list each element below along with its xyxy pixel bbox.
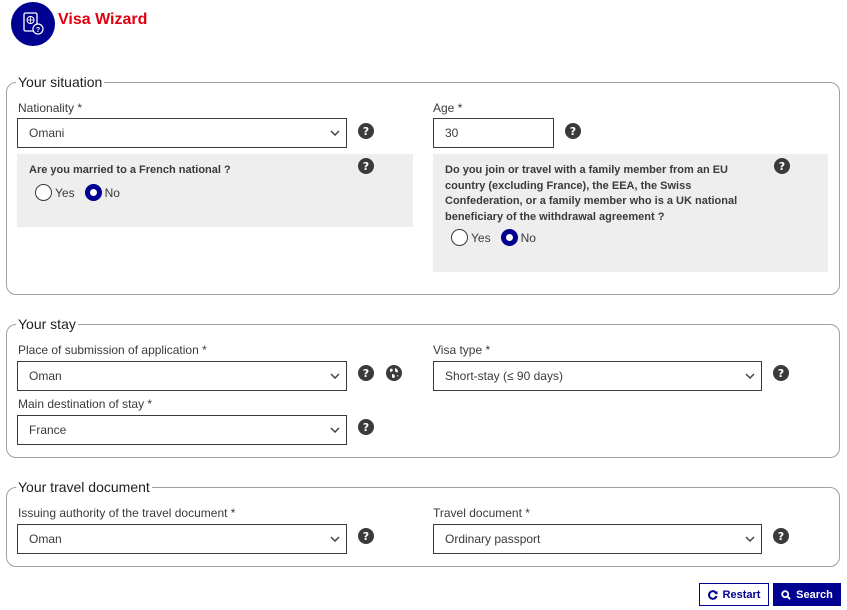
nationality-select[interactable]: Omani	[17, 118, 347, 148]
svg-text:?: ?	[36, 27, 40, 34]
help-icon[interactable]: ?	[773, 528, 789, 544]
refresh-icon	[707, 589, 718, 600]
main-destination-value: France	[29, 423, 67, 437]
radio-unchecked-icon	[35, 184, 52, 201]
place-submission-value: Oman	[29, 369, 62, 383]
restart-button[interactable]: Restart	[699, 583, 769, 606]
radio-unchecked-icon	[451, 229, 468, 246]
svg-text:?: ?	[570, 125, 576, 138]
svg-text:?: ?	[363, 367, 369, 380]
help-icon[interactable]: ?	[774, 158, 790, 174]
travel-document-label: Travel document *	[433, 506, 530, 520]
radio-checked-icon	[84, 184, 102, 201]
issuing-authority-label: Issuing authority of the travel document…	[18, 506, 236, 520]
travel-document-select[interactable]: Ordinary passport	[433, 524, 762, 554]
visa-type-value: Short-stay (≤ 90 days)	[445, 369, 563, 383]
chevron-down-icon	[324, 373, 346, 379]
help-icon[interactable]: ?	[358, 419, 374, 435]
help-icon[interactable]: ?	[565, 123, 581, 139]
married-question-text: Are you married to a French national ?	[29, 164, 231, 176]
restart-label: Restart	[722, 588, 761, 601]
radio-label: No	[520, 230, 536, 245]
family-radio-group: Yes No	[451, 229, 546, 246]
age-input[interactable]: 30	[433, 118, 554, 148]
place-submission-select[interactable]: Oman	[17, 361, 347, 391]
nationality-label: Nationality *	[18, 101, 83, 115]
married-radio-group: Yes No	[35, 184, 130, 201]
situation-legend: Your situation	[18, 74, 103, 90]
nationality-value: Omani	[29, 126, 65, 140]
search-label: Search	[796, 588, 833, 601]
chevron-down-icon	[324, 427, 346, 433]
globe-icon[interactable]	[386, 365, 402, 381]
search-icon	[781, 589, 792, 600]
help-icon[interactable]: ?	[358, 158, 374, 174]
stay-legend: Your stay	[18, 316, 76, 332]
issuing-authority-select[interactable]: Oman	[17, 524, 347, 554]
family-yes-radio[interactable]: Yes	[451, 229, 491, 246]
app-title: Visa Wizard	[58, 11, 148, 28]
place-submission-label: Place of submission of application *	[18, 343, 207, 357]
main-destination-label: Main destination of stay *	[18, 397, 153, 411]
svg-text:?: ?	[778, 530, 784, 543]
radio-label: Yes	[471, 230, 491, 245]
chevron-down-icon	[324, 536, 346, 542]
help-icon[interactable]: ?	[358, 365, 374, 381]
help-icon[interactable]: ?	[773, 365, 789, 381]
svg-text:?: ?	[363, 530, 369, 543]
family-no-radio[interactable]: No	[500, 229, 536, 246]
chevron-down-icon	[739, 536, 761, 542]
radio-checked-icon	[500, 229, 518, 246]
visa-type-label: Visa type *	[433, 343, 491, 357]
married-yes-radio[interactable]: Yes	[35, 184, 75, 201]
travel-document-legend: Your travel document	[18, 479, 150, 495]
issuing-authority-value: Oman	[29, 532, 62, 546]
main-destination-select[interactable]: France	[17, 415, 347, 445]
age-value: 30	[445, 126, 459, 140]
svg-text:?: ?	[363, 160, 369, 173]
help-icon[interactable]: ?	[358, 123, 374, 139]
svg-text:?: ?	[363, 421, 369, 434]
svg-text:?: ?	[363, 125, 369, 138]
search-button[interactable]: Search	[773, 583, 841, 606]
app-header: ?	[11, 2, 55, 46]
married-no-radio[interactable]: No	[84, 184, 120, 201]
svg-text:?: ?	[778, 367, 784, 380]
help-icon[interactable]: ?	[358, 528, 374, 544]
chevron-down-icon	[324, 130, 346, 136]
chevron-down-icon	[739, 373, 761, 379]
passport-question-icon: ?	[11, 2, 55, 46]
radio-label: No	[104, 185, 120, 200]
age-label: Age *	[433, 101, 463, 115]
svg-text:?: ?	[779, 160, 785, 173]
visa-type-select[interactable]: Short-stay (≤ 90 days)	[433, 361, 762, 391]
travel-document-value: Ordinary passport	[445, 532, 541, 546]
radio-label: Yes	[55, 185, 75, 200]
family-question-text: Do you join or travel with a family memb…	[445, 164, 738, 223]
